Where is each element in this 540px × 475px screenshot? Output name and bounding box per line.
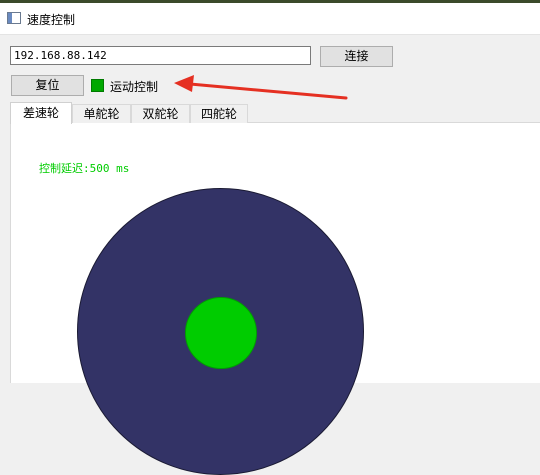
title-bar: 速度控制 (0, 3, 540, 35)
tab-single-steer[interactable]: 单舵轮 (72, 104, 131, 123)
motion-status-indicator (91, 79, 104, 92)
control-delay-label: 控制延迟:500 ms (39, 162, 130, 175)
tab-quad-steer[interactable]: 四舵轮 (190, 104, 248, 123)
ip-address-input[interactable] (10, 46, 311, 65)
connect-button[interactable]: 连接 (320, 46, 393, 67)
tab-dual-steer[interactable]: 双舵轮 (131, 104, 190, 123)
window-title: 速度控制 (27, 13, 76, 27)
joystick-knob[interactable] (185, 297, 257, 369)
reset-button[interactable]: 复位 (11, 75, 84, 96)
red-arrow-annotation (174, 75, 348, 100)
tab-differential[interactable]: 差速轮 (10, 102, 72, 124)
app-window-icon (7, 12, 21, 24)
